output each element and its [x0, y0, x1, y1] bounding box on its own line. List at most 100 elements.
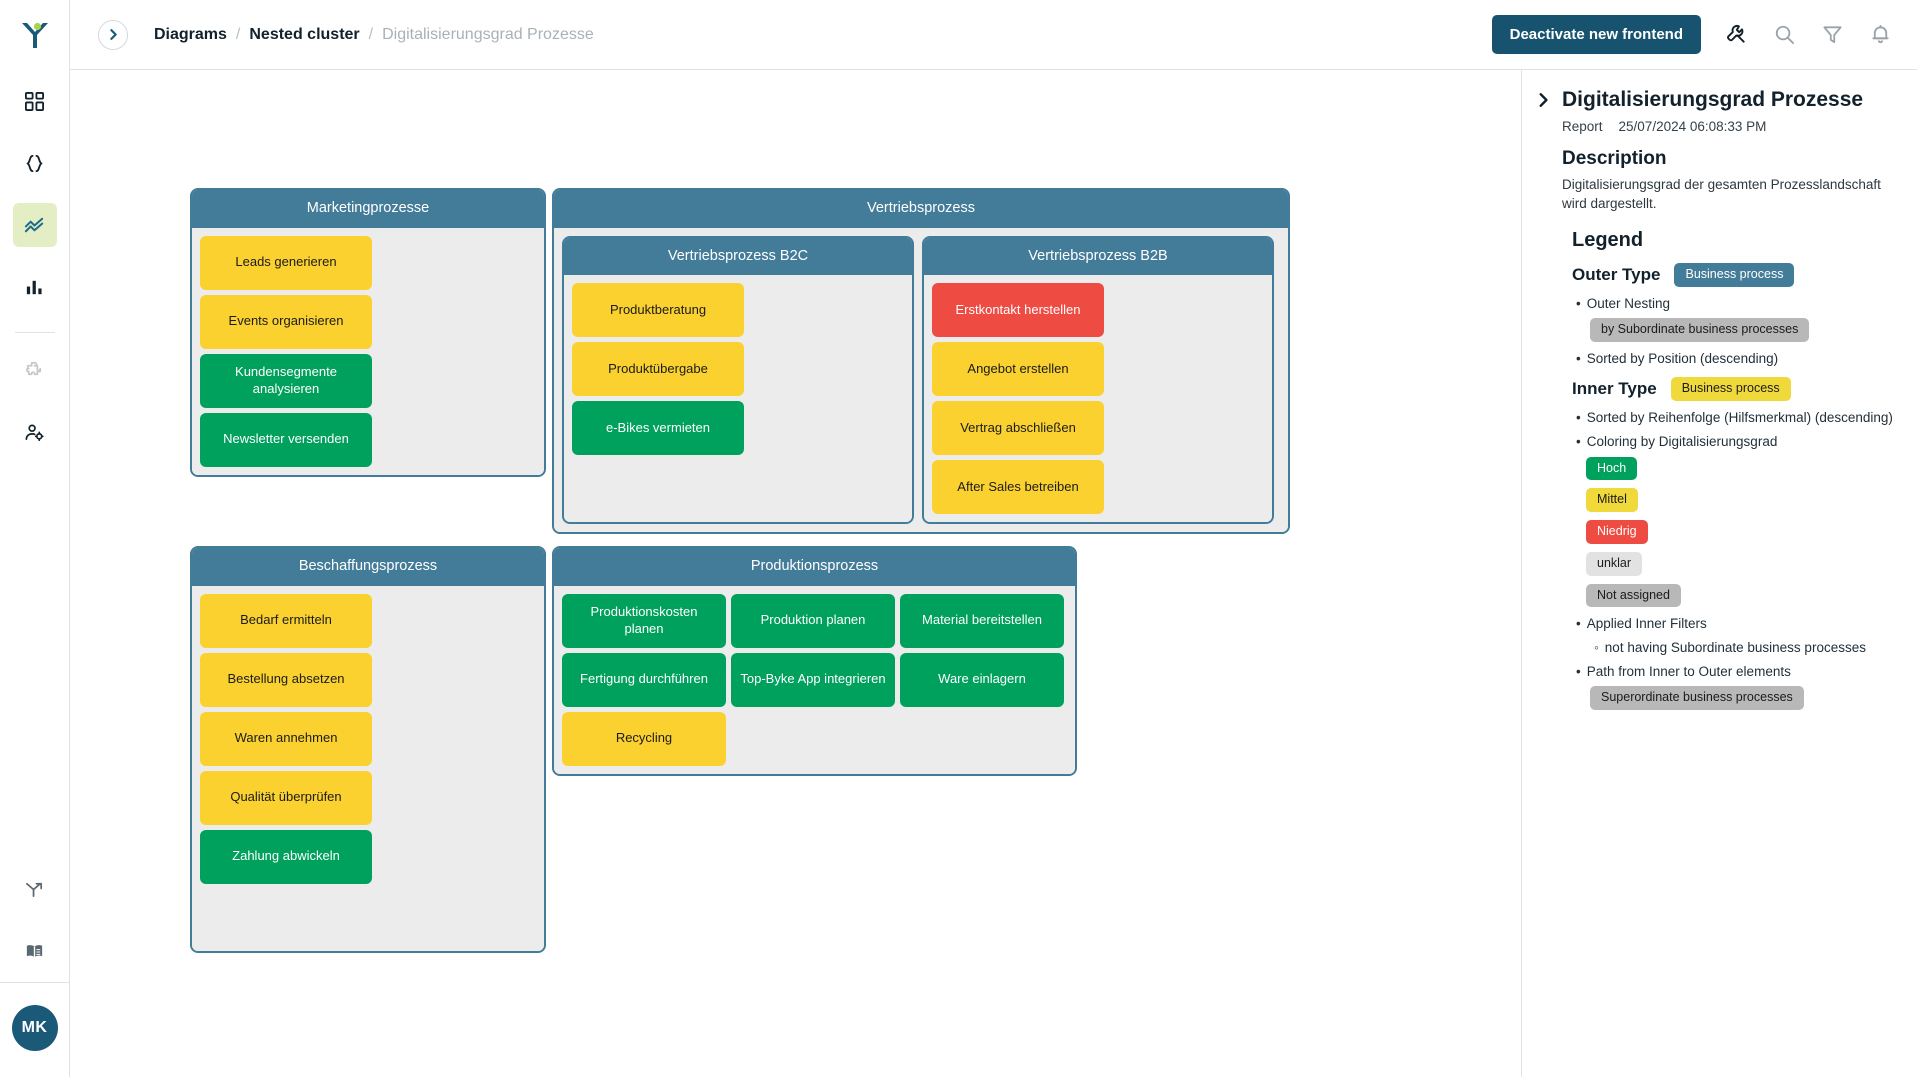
user-settings-icon[interactable] [13, 410, 57, 454]
avatar[interactable]: MK [12, 1005, 58, 1051]
rail-divider [15, 332, 55, 333]
process-tile[interactable]: Material bereitstellen [900, 594, 1064, 648]
legend-heading: Legend [1572, 229, 1899, 252]
workspace: Marketingprozesse Leads generieren Event… [70, 70, 1917, 1077]
inner-type-chip: Business process [1671, 377, 1791, 401]
filter-icon[interactable] [1819, 22, 1845, 48]
process-tile[interactable]: Waren annehmen [200, 712, 372, 766]
process-tile[interactable]: Zahlung abwickeln [200, 830, 372, 884]
cluster-title: Produktionsprozess [554, 548, 1075, 586]
process-tile[interactable]: Vertrag abschließen [932, 401, 1104, 455]
process-tile[interactable]: Kundensegmente analysieren [200, 354, 372, 408]
tile-grid: Bedarf ermitteln Bestellung absetzen War… [200, 594, 536, 943]
branch-arrow-icon[interactable] [13, 867, 57, 911]
cluster-body: Erstkontakt herstellen Angebot erstellen… [924, 275, 1272, 522]
process-tile[interactable]: Produktübergabe [572, 342, 744, 396]
process-tile[interactable]: Top-Byke App integrieren [731, 653, 895, 707]
process-tile[interactable]: Bestellung absetzen [200, 653, 372, 707]
chevron-right-icon[interactable] [98, 20, 128, 50]
outer-type-row: Outer Type Business process [1572, 263, 1899, 287]
diagram-canvas[interactable]: Marketingprozesse Leads generieren Event… [70, 70, 1521, 1077]
path-chip: Superordinate business processes [1590, 686, 1804, 710]
legend-section: Legend Outer Type Business process Outer… [1572, 229, 1899, 710]
report-type-label: Report [1562, 119, 1603, 134]
applied-filters-subbullet: not having Subordinate business processe… [1572, 640, 1899, 655]
swatch-hoch: Hoch [1586, 457, 1637, 481]
cluster-title: Vertriebsprozess [554, 190, 1288, 228]
inner-type-row: Inner Type Business process [1572, 377, 1899, 401]
cluster-vertriebsprozess[interactable]: Vertriebsprozess Vertriebsprozess B2C Pr… [552, 188, 1290, 534]
swatch-not-assigned: Not assigned [1586, 584, 1681, 608]
empty-tile-slot [200, 889, 372, 943]
process-tile[interactable]: Produktionskosten planen [562, 594, 726, 648]
process-tile[interactable]: Recycling [562, 712, 726, 766]
cluster-vertriebsprozess-b2b[interactable]: Vertriebsprozess B2B Erstkontakt herstel… [922, 236, 1274, 525]
panel-collapse-chevron-right-icon[interactable] [1536, 88, 1550, 113]
zigzag-trend-icon[interactable] [13, 203, 57, 247]
process-tile[interactable]: Produktion planen [731, 594, 895, 648]
breadcrumb-separator: / [369, 26, 373, 44]
process-tile[interactable]: After Sales betreiben [932, 460, 1104, 514]
process-tile[interactable]: Bedarf ermitteln [200, 594, 372, 648]
left-nav-rail: MK [0, 0, 70, 1077]
bar-chart-icon[interactable] [13, 265, 57, 309]
process-tile[interactable]: Events organisieren [200, 295, 372, 349]
rail-primary-group [0, 70, 69, 463]
dashboard-icon[interactable] [13, 79, 57, 123]
outer-nesting-bullet: Outer Nesting [1572, 296, 1899, 311]
swatch-unklar: unklar [1586, 552, 1642, 576]
breadcrumb-item-diagrams[interactable]: Diagrams [154, 26, 227, 44]
color-swatch-list: Hoch Mittel Niedrig unklar Not assigned [1572, 457, 1899, 608]
breadcrumb: Diagrams / Nested cluster / Digitalisier… [154, 26, 594, 44]
cluster-produktionsprozess[interactable]: Produktionsprozess Produktionskosten pla… [552, 546, 1077, 776]
tile-grid: Produktionskosten planen Produktion plan… [562, 594, 1067, 766]
cluster-title: Vertriebsprozess B2B [924, 238, 1272, 276]
tile-grid: Erstkontakt herstellen Angebot erstellen… [932, 283, 1264, 514]
details-panel: Digitalisierungsgrad Prozesse Report 25/… [1521, 70, 1917, 1077]
cluster-beschaffungsprozess[interactable]: Beschaffungsprozess Bedarf ermitteln Bes… [190, 546, 546, 953]
panel-header: Digitalisierungsgrad Prozesse Report 25/… [1536, 88, 1899, 213]
cluster-title: Vertriebsprozess B2C [564, 238, 912, 276]
tile-grid: Produktberatung Produktübergabe e-Bikes … [572, 283, 904, 514]
swatch-niedrig: Niedrig [1586, 520, 1648, 544]
outer-type-label: Outer Type [1572, 265, 1660, 285]
puzzle-piece-icon[interactable] [13, 348, 57, 392]
deactivate-new-frontend-button[interactable]: Deactivate new frontend [1492, 15, 1701, 54]
code-braces-icon[interactable] [13, 141, 57, 185]
cluster-vertriebsprozess-b2c[interactable]: Vertriebsprozess B2C Produktberatung Pro… [562, 236, 914, 525]
page-title: Digitalisierungsgrad Prozesse [1562, 88, 1899, 112]
book-icon[interactable] [13, 929, 57, 973]
process-tile[interactable]: e-Bikes vermieten [572, 401, 744, 455]
path-chip-row: Superordinate business processes [1572, 686, 1899, 710]
process-tile[interactable]: Ware einlagern [900, 653, 1064, 707]
cluster-body: Vertriebsprozess B2C Produktberatung Pro… [554, 228, 1288, 533]
breadcrumb-item-nested-cluster[interactable]: Nested cluster [249, 26, 359, 44]
breadcrumb-separator: / [236, 26, 240, 44]
process-tile[interactable]: Fertigung durchführen [562, 653, 726, 707]
cluster-title: Marketingprozesse [192, 190, 544, 228]
inner-sorted-bullet: Sorted by Reihenfolge (Hilfsmerkmal) (de… [1572, 410, 1899, 425]
cluster-title: Beschaffungsprozess [192, 548, 544, 586]
bell-icon[interactable] [1867, 22, 1893, 48]
cluster-marketingprozesse[interactable]: Marketingprozesse Leads generieren Event… [190, 188, 546, 477]
panel-meta: Report 25/07/2024 06:08:33 PM [1562, 119, 1899, 134]
top-bar: Diagrams / Nested cluster / Digitalisier… [70, 0, 1917, 70]
description-text: Digitalisierungsgrad der gesamten Prozes… [1562, 176, 1899, 213]
process-tile[interactable]: Angebot erstellen [932, 342, 1104, 396]
cluster-body: Produktberatung Produktübergabe e-Bikes … [564, 275, 912, 522]
process-tile[interactable]: Leads generieren [200, 236, 372, 290]
wrench-icon[interactable] [1723, 22, 1749, 48]
search-icon[interactable] [1771, 22, 1797, 48]
app-logo[interactable] [0, 0, 69, 70]
outer-nesting-chip-row: by Subordinate business processes [1572, 318, 1899, 342]
process-tile[interactable]: Newsletter versenden [200, 413, 372, 467]
cluster-body: Leads generieren Events organisieren Kun… [192, 228, 544, 475]
process-tile[interactable]: Produktberatung [572, 283, 744, 337]
coloring-bullet: Coloring by Digitalisierungsgrad [1572, 434, 1899, 449]
rail-secondary-group [0, 858, 69, 982]
process-tile[interactable]: Erstkontakt herstellen [932, 283, 1104, 337]
inner-type-label: Inner Type [1572, 379, 1657, 399]
process-tile[interactable]: Qualität überprüfen [200, 771, 372, 825]
outer-type-chip: Business process [1674, 263, 1794, 287]
top-bar-actions: Deactivate new frontend [1492, 15, 1893, 54]
